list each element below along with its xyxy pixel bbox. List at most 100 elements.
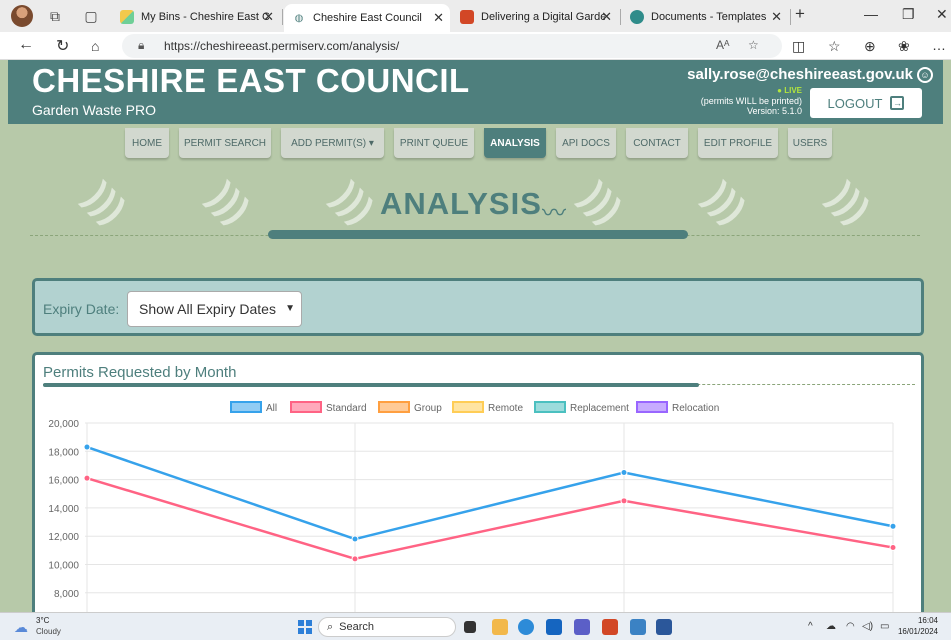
nav-add-permits[interactable]: ADD PERMIT(S) ▾: [281, 128, 384, 158]
onedrive-icon[interactable]: ☁: [826, 621, 836, 632]
tab-separator: [282, 9, 283, 25]
file-explorer-icon[interactable]: [492, 619, 508, 635]
live-label: LIVE: [784, 86, 802, 95]
series-line: [86, 476, 894, 561]
nav-print-queue[interactable]: PRINT QUEUE: [394, 128, 474, 158]
y-tick-label: 20,000: [48, 419, 79, 430]
show-hidden-icons-icon[interactable]: ^: [808, 621, 813, 632]
favorite-star-icon[interactable]: ☆: [748, 38, 759, 52]
tab-cheshire-east[interactable]: ◍ Cheshire East Council ✕: [284, 4, 450, 32]
close-window-icon[interactable]: ✕: [936, 6, 948, 23]
cloud-icon: ☁: [14, 619, 28, 635]
close-tab-icon[interactable]: ✕: [263, 9, 274, 25]
tab-separator: [620, 9, 621, 25]
legend-swatch: [534, 401, 566, 413]
site-subtitle: Garden Waste PRO: [32, 102, 156, 118]
tab-documents-templates[interactable]: Documents - Templates ✕: [622, 4, 788, 30]
new-tab-button[interactable]: +: [795, 4, 805, 24]
volume-icon[interactable]: ◁): [862, 621, 873, 632]
y-tick-label: 16,000: [48, 476, 79, 487]
clock-date[interactable]: 16/01/2024: [898, 627, 938, 636]
favorites-icon[interactable]: ☆: [828, 38, 841, 55]
tab-title: Delivering a Digital Garde: [481, 11, 605, 23]
chart-title-underline: [43, 383, 699, 387]
data-point: [620, 497, 628, 505]
signal-decoration-icon: ))): [697, 174, 754, 232]
teams-icon[interactable]: [574, 619, 590, 635]
data-point: [83, 474, 91, 482]
legend-label: All: [266, 403, 277, 414]
expiry-date-select[interactable]: Show All Expiry Dates ▼: [127, 291, 302, 327]
nav-home[interactable]: HOME: [125, 128, 169, 158]
taskbar-search-label: Search: [339, 621, 375, 633]
title-underline: [268, 230, 688, 239]
legend-swatch: [636, 401, 668, 413]
permits-chart-panel: Permits Requested by Month All Standard Gr…: [32, 352, 924, 622]
legend-label: Group: [414, 403, 442, 414]
series-line: [86, 445, 894, 541]
back-icon[interactable]: ←: [18, 36, 34, 54]
nav-permit-search[interactable]: PERMIT SEARCH: [179, 128, 271, 158]
search-icon: ⌕: [327, 620, 334, 633]
user-profile-icon[interactable]: ☺: [917, 67, 933, 83]
data-point: [351, 535, 359, 543]
signal-decoration-icon: ))): [821, 174, 878, 232]
legend-label: Remote: [488, 403, 523, 414]
site-header: CHESHIRE EAST COUNCIL Garden Waste PRO s…: [8, 60, 943, 124]
weather-temperature: 3°C: [36, 616, 50, 625]
y-tick-label: 14,000: [48, 504, 79, 515]
nav-users[interactable]: USERS: [788, 128, 832, 158]
logout-button[interactable]: LOGOUT →: [810, 88, 922, 118]
read-aloud-icon[interactable]: Aᴬ: [716, 38, 729, 52]
battery-icon[interactable]: ▭: [880, 621, 889, 632]
weather-condition: Cloudy: [36, 627, 61, 636]
tab-my-bins[interactable]: My Bins - Cheshire East Co ✕: [112, 4, 280, 30]
workspaces-icon[interactable]: ⧉: [46, 7, 64, 25]
close-tab-icon[interactable]: ✕: [601, 9, 612, 25]
logout-label: LOGOUT: [827, 95, 883, 111]
tab-actions-icon[interactable]: ▢: [82, 7, 100, 25]
extensions-icon[interactable]: ❀: [898, 38, 910, 55]
refresh-icon[interactable]: ↻: [56, 36, 69, 56]
browser-tab-bar: ⧉ ▢ My Bins - Cheshire East Co ✕ ◍ Chesh…: [0, 0, 951, 32]
bins-favicon-icon: [120, 10, 134, 24]
more-menu-icon[interactable]: …: [932, 37, 946, 53]
tab-delivering-digital[interactable]: Delivering a Digital Garde ✕: [452, 4, 618, 30]
start-icon[interactable]: [298, 620, 312, 634]
split-screen-icon[interactable]: ◫: [792, 38, 805, 55]
windows-taskbar: ☁ 3°C Cloudy ⌕ Search ^ ☁ ◠ ◁) ▭ 16:04 1…: [0, 612, 951, 640]
clock-time[interactable]: 16:04: [918, 616, 938, 625]
nav-analysis[interactable]: ANALYSIS: [484, 128, 546, 158]
chart-title: Permits Requested by Month: [43, 364, 237, 381]
outlook-icon[interactable]: [546, 619, 562, 635]
restore-icon[interactable]: ❐: [902, 6, 915, 23]
minimize-icon[interactable]: —: [864, 6, 878, 22]
site-title[interactable]: CHESHIRE EAST COUNCIL: [32, 62, 470, 100]
y-tick-label: 12,000: [48, 532, 79, 543]
task-view-icon[interactable]: [464, 621, 476, 633]
edge-icon[interactable]: [518, 619, 534, 635]
url-field[interactable]: 🔒︎ https://cheshireeast.permiserv.com/an…: [122, 34, 782, 58]
chevron-down-icon: ▼: [285, 303, 295, 314]
nav-api-docs[interactable]: API DOCS: [556, 128, 616, 158]
permits-line-chart: All Standard Group Remote Replacement Relocat…: [48, 401, 897, 619]
audio-favicon-icon: ◍: [292, 11, 306, 25]
signal-decoration-icon: ))): [201, 174, 258, 232]
url-text: https://cheshireeast.permiserv.com/analy…: [164, 39, 400, 53]
taskbar-search[interactable]: ⌕ Search: [318, 617, 456, 637]
profile-avatar[interactable]: [11, 5, 33, 27]
wifi-icon[interactable]: ◠: [846, 621, 855, 632]
home-icon[interactable]: ⌂: [91, 38, 99, 54]
close-tab-icon[interactable]: ✕: [433, 10, 444, 26]
close-tab-icon[interactable]: ✕: [771, 9, 782, 25]
store-icon[interactable]: [630, 619, 646, 635]
expiry-date-label: Expiry Date:: [43, 301, 120, 317]
nav-edit-profile[interactable]: EDIT PROFILE: [698, 128, 778, 158]
user-email: sally.rose@cheshireeast.gov.uk: [687, 66, 913, 83]
lock-icon: 🔒︎: [138, 38, 145, 52]
nav-contact[interactable]: CONTACT: [626, 128, 688, 158]
main-navigation: HOME PERMIT SEARCH ADD PERMIT(S) ▾ PRINT…: [0, 124, 951, 158]
powerpoint-icon[interactable]: [602, 619, 618, 635]
collections-icon[interactable]: ⊕: [864, 38, 876, 55]
word-icon[interactable]: [656, 619, 672, 635]
